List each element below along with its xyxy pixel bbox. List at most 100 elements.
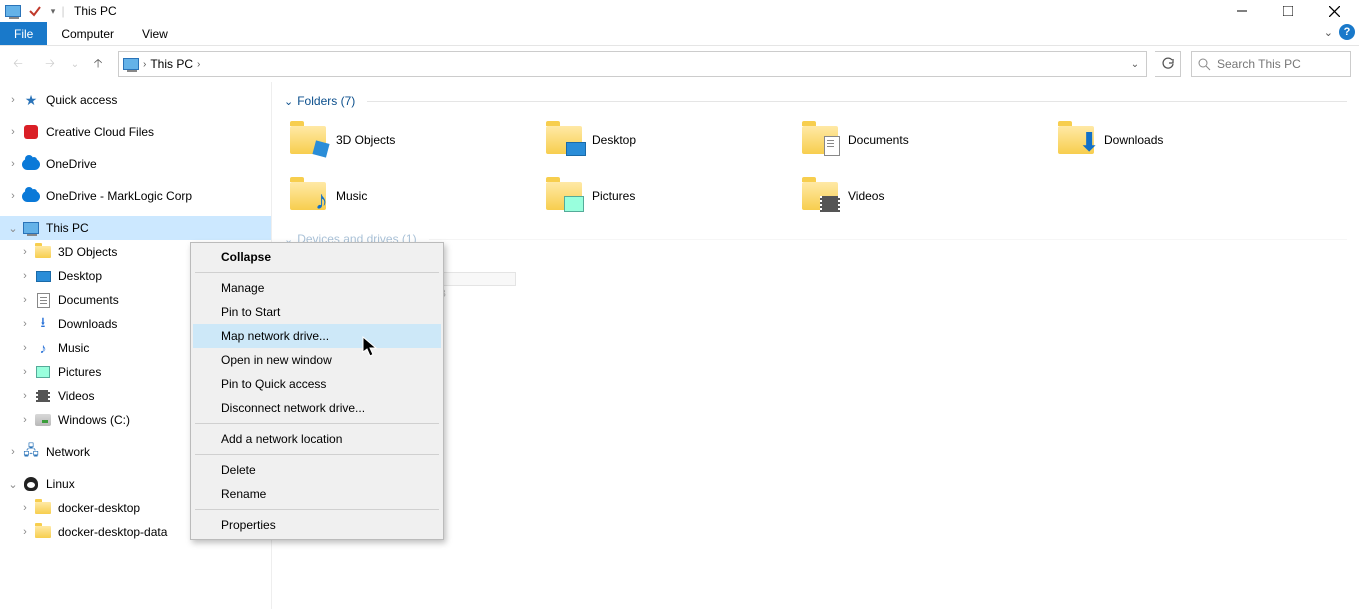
tree-creative-cloud[interactable]: ›Creative Cloud Files	[0, 120, 271, 144]
tab-view[interactable]: View	[128, 22, 182, 45]
folder-icon	[800, 176, 840, 216]
help-icon[interactable]: ?	[1339, 24, 1355, 40]
ctx-pin-to-start[interactable]: Pin to Start	[193, 300, 441, 324]
drive-icon	[34, 414, 52, 426]
folder-label: 3D Objects	[336, 133, 395, 147]
folder-videos[interactable]: Videos	[796, 168, 1052, 224]
chevron-right-icon[interactable]: ›	[197, 59, 200, 70]
ctx-open-in-new-window[interactable]: Open in new window	[193, 348, 441, 372]
address-icon	[119, 58, 143, 70]
ctx-add-network-location[interactable]: Add a network location	[193, 427, 441, 451]
ctx-pin-to-quick-access[interactable]: Pin to Quick access	[193, 372, 441, 396]
folder-label: Downloads	[1104, 133, 1163, 147]
address-history-dropdown[interactable]: ⌄	[1124, 52, 1146, 76]
ctx-rename[interactable]: Rename	[193, 482, 441, 506]
search-input[interactable]: Search This PC	[1191, 51, 1351, 77]
folder-icon	[800, 120, 840, 160]
chevron-right-icon[interactable]: ›	[18, 390, 32, 402]
chevron-right-icon[interactable]: ›	[18, 294, 32, 306]
picture-icon	[34, 366, 52, 378]
refresh-button[interactable]	[1155, 51, 1181, 77]
titlebar-separator: |	[60, 0, 66, 22]
chevron-right-icon[interactable]: ›	[18, 246, 32, 258]
folder-documents[interactable]: Documents	[796, 112, 1052, 168]
folder-icon	[34, 502, 52, 514]
qat-item-1[interactable]	[2, 0, 24, 22]
chevron-right-icon[interactable]: ›	[18, 414, 32, 426]
chevron-right-icon[interactable]: ›	[6, 190, 20, 202]
breadcrumb-segment[interactable]: This PC ›	[146, 52, 204, 76]
folder-3d-objects[interactable]: 3D Objects	[284, 112, 540, 168]
chevron-right-icon[interactable]: ›	[18, 318, 32, 330]
folder-label: Videos	[848, 189, 884, 203]
maximize-button[interactable]	[1265, 0, 1311, 22]
tab-computer[interactable]: Computer	[47, 22, 128, 45]
chevron-right-icon[interactable]: ›	[6, 158, 20, 170]
ctx-map-network-drive[interactable]: Map network drive...	[193, 324, 441, 348]
nav-forward-button[interactable]: 🡢	[36, 50, 64, 78]
tree-this-pc[interactable]: ⌄This PC	[0, 216, 271, 240]
cloud-icon	[22, 159, 40, 170]
folder-label: Pictures	[592, 189, 635, 203]
folder-pictures[interactable]: Pictures	[540, 168, 796, 224]
document-icon	[34, 293, 52, 308]
download-icon: ⭳	[34, 312, 52, 336]
folder-icon: ⬇	[1056, 120, 1096, 160]
desktop-icon	[34, 271, 52, 282]
creative-cloud-icon	[22, 125, 40, 139]
ctx-disconnect-network-drive[interactable]: Disconnect network drive...	[193, 396, 441, 420]
ctx-properties[interactable]: Properties	[193, 513, 441, 537]
tree-onedrive[interactable]: ›OneDrive	[0, 152, 271, 176]
folder-downloads[interactable]: ⬇ Downloads	[1052, 112, 1308, 168]
network-icon: 🖧	[22, 440, 40, 464]
qat-item-2[interactable]	[24, 0, 46, 22]
address-bar[interactable]: › This PC › ⌄	[118, 51, 1147, 77]
folder-music[interactable]: ♪ Music	[284, 168, 540, 224]
chevron-right-icon[interactable]: ›	[6, 126, 20, 138]
nav-up-button[interactable]: 🡡	[86, 52, 110, 76]
navbar: 🡠 🡢 ⌄ 🡡 › This PC › ⌄ Search This PC	[0, 46, 1359, 82]
tree-quick-access[interactable]: ›★Quick access	[0, 88, 271, 112]
minimize-button[interactable]	[1219, 0, 1265, 22]
ribbon-expand-icon[interactable]: ⌄	[1324, 26, 1333, 39]
nav-back-button[interactable]: 🡠	[4, 50, 32, 78]
chevron-right-icon[interactable]: ›	[6, 446, 20, 458]
star-icon: ★	[22, 92, 40, 109]
section-folders-header[interactable]: ⌄ Folders (7)	[284, 94, 1347, 108]
chevron-right-icon[interactable]: ›	[18, 342, 32, 354]
chevron-down-icon[interactable]: ⌄	[6, 222, 20, 235]
video-icon	[34, 390, 52, 402]
qat-dropdown[interactable]: ▾	[46, 0, 60, 22]
window-title: This PC	[74, 4, 117, 18]
folder-icon	[34, 246, 52, 258]
chevron-down-icon[interactable]: ⌄	[6, 478, 20, 491]
chevron-right-icon[interactable]: ›	[6, 94, 20, 106]
ctx-delete[interactable]: Delete	[193, 458, 441, 482]
ribbon: File Computer View ⌄ ?	[0, 22, 1359, 46]
cloud-icon	[22, 191, 40, 202]
chevron-right-icon[interactable]: ›	[18, 270, 32, 282]
folder-label: Desktop	[592, 133, 636, 147]
ctx-collapse[interactable]: Collapse	[193, 245, 441, 269]
nav-recent-dropdown[interactable]: ⌄	[68, 50, 82, 78]
context-menu: Collapse Manage Pin to Start Map network…	[190, 242, 444, 540]
chevron-right-icon[interactable]: ›	[18, 366, 32, 378]
section-folders-label: Folders (7)	[297, 94, 355, 108]
folder-icon	[288, 120, 328, 160]
folder-icon: ♪	[288, 176, 328, 216]
titlebar: ▾ | This PC	[0, 0, 1359, 22]
breadcrumb-label: This PC	[150, 57, 193, 71]
tab-file[interactable]: File	[0, 22, 47, 45]
music-icon: ♪	[34, 340, 52, 356]
tux-icon	[22, 477, 40, 491]
close-button[interactable]	[1311, 0, 1357, 22]
folder-desktop[interactable]: Desktop	[540, 112, 796, 168]
chevron-right-icon[interactable]: ›	[18, 502, 32, 514]
tree-onedrive-marklogic[interactable]: ›OneDrive - MarkLogic Corp	[0, 184, 271, 208]
ctx-manage[interactable]: Manage	[193, 276, 441, 300]
folder-icon	[544, 176, 584, 216]
chevron-right-icon[interactable]: ›	[18, 526, 32, 538]
folder-icon	[544, 120, 584, 160]
search-placeholder: Search This PC	[1217, 57, 1301, 71]
folder-label: Documents	[848, 133, 909, 147]
